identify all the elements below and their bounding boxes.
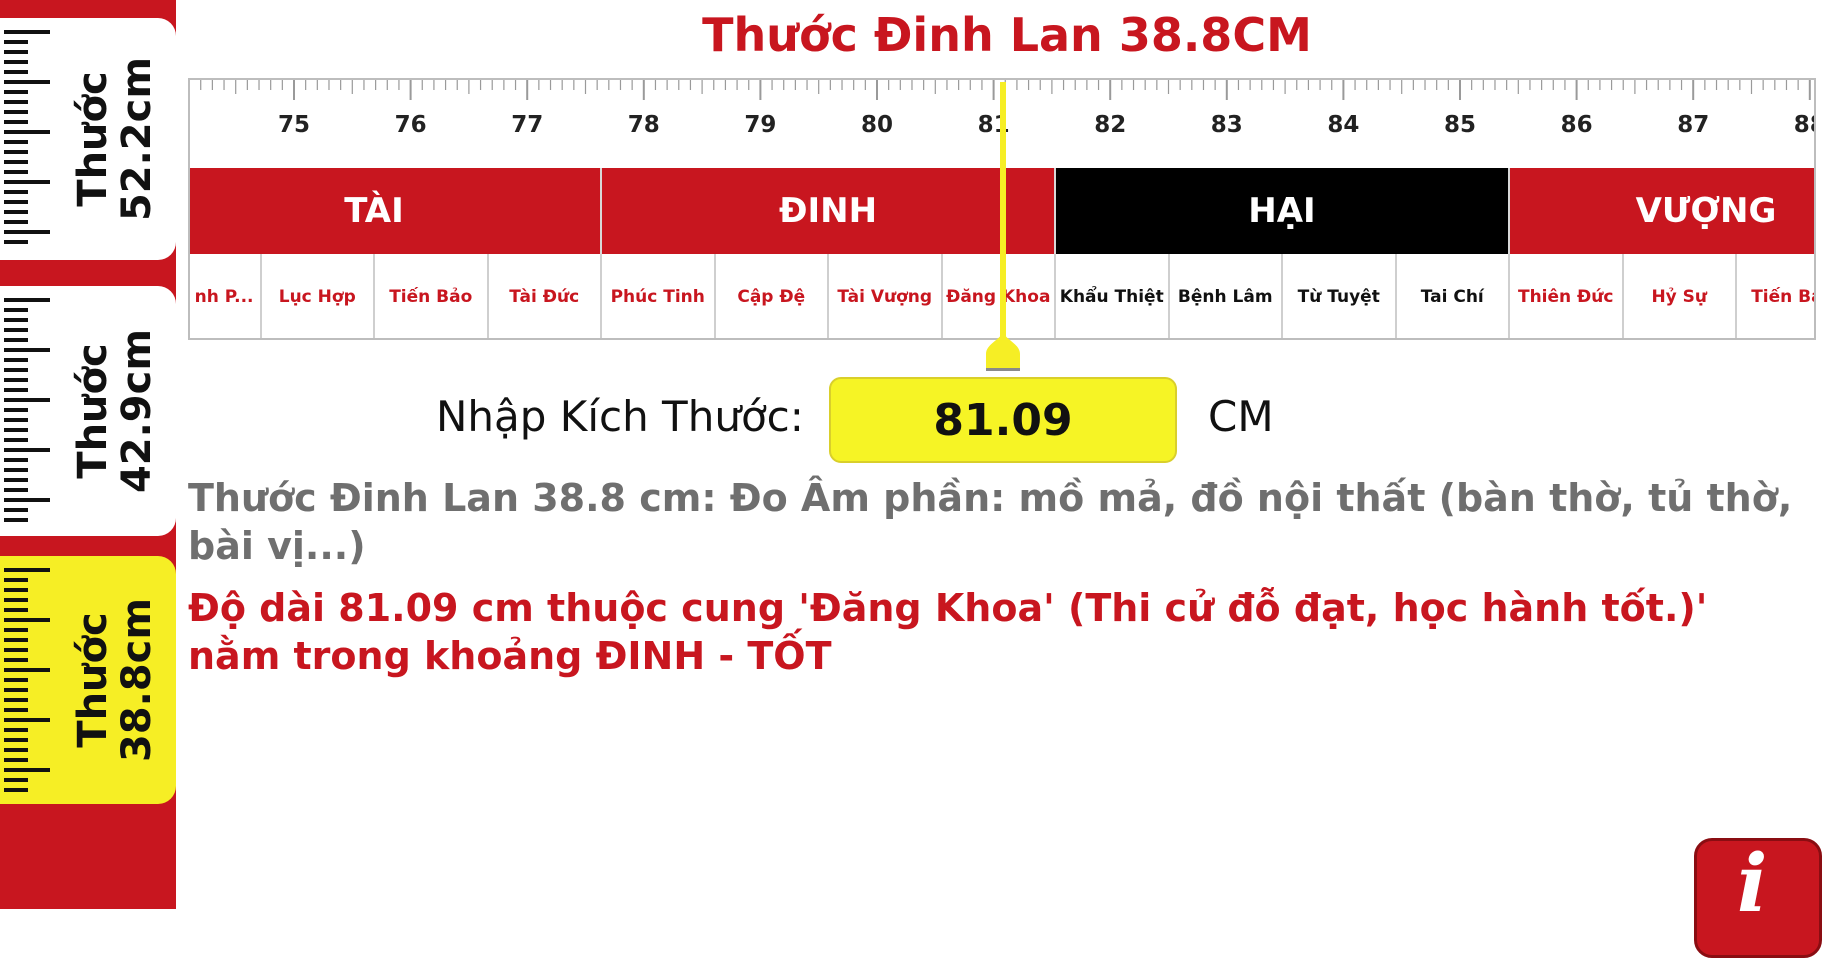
ruler-cell: Cập Đệ <box>713 254 827 338</box>
ruler-cell: Khẩu Thiệt <box>1054 254 1168 338</box>
ruler-scale-label: 87 <box>1677 112 1709 138</box>
ruler-zone: HẠI <box>1054 168 1508 254</box>
ruler-scale-label: 77 <box>511 112 543 138</box>
ruler-ticks-icon <box>4 568 54 792</box>
ruler-scale-label: 75 <box>278 112 310 138</box>
ruler-zone-label: TÀI <box>344 191 404 231</box>
ruler-scale-label: 76 <box>395 112 427 138</box>
ruler-scale-label: 82 <box>1094 112 1126 138</box>
ruler-zone-label: VƯỢNG <box>1635 191 1777 231</box>
tab-ruler-42-9cm[interactable]: Thước 42.9cm <box>0 286 176 536</box>
ruler-scale-label: 84 <box>1327 112 1359 138</box>
size-input[interactable] <box>829 377 1177 463</box>
ruler-cell: Từ Tuyệt <box>1281 254 1395 338</box>
ruler-cell: Tiến Bảo <box>373 254 487 338</box>
ruler-scale-label: 85 <box>1444 112 1476 138</box>
ruler-zone-label: HẠI <box>1248 191 1316 231</box>
ruler-zone-label: ĐINH <box>778 191 878 231</box>
ruler-cell: Tiến Bảo <box>1735 254 1814 338</box>
tab-ruler-38-8cm[interactable]: Thước 38.8cm <box>0 556 176 804</box>
tab-ruler-label: Thước 42.9cm <box>70 328 160 494</box>
ruler-cell: Thiên Đức <box>1508 254 1622 338</box>
ruler-cell: Lục Hợp <box>259 254 373 338</box>
ruler-cell: nh P... <box>190 254 260 338</box>
ruler-cell: Phúc Tinh <box>600 254 714 338</box>
ruler-cell: Đăng Khoa <box>940 254 1054 338</box>
ruler-scale-label: 79 <box>744 112 776 138</box>
tab-ruler-52-2cm[interactable]: Thước 52.2cm <box>0 18 176 260</box>
tab-ruler-label: Thước 38.8cm <box>70 597 160 763</box>
map-pin-icon[interactable] <box>980 330 1026 376</box>
ruler-tab-sidebar: Thước 52.2cm Thước 42.9cm Thước 38.8cm <box>0 0 176 909</box>
ruler-scale-label: 88 <box>1794 112 1816 138</box>
ruler-scale-label: 83 <box>1211 112 1243 138</box>
ruler-zone: VƯỢNG <box>1508 168 1814 254</box>
ruler-cell: Bệnh Lâm <box>1167 254 1281 338</box>
ruler-ticks-icon <box>4 298 54 524</box>
size-input-label: Nhập Kích Thước: <box>436 392 804 441</box>
ruler-scale-label: 78 <box>628 112 660 138</box>
ruler-zone: TÀI <box>190 168 600 254</box>
info-icon: i <box>1737 838 1768 930</box>
ruler-description: Thước Đinh Lan 38.8 cm: Đo Âm phần: mồ m… <box>188 476 1793 568</box>
ruler-zone: ĐINH <box>600 168 1054 254</box>
measurement-needle[interactable] <box>1000 82 1006 340</box>
ruler-cell: Tài Đức <box>486 254 600 338</box>
ruler-cell: Tai Chí <box>1394 254 1508 338</box>
ruler-cell: Tài Vượng <box>827 254 941 338</box>
tab-ruler-label: Thước 52.2cm <box>70 56 160 222</box>
measurement-result: Độ dài 81.09 cm thuộc cung 'Đăng Khoa' (… <box>188 586 1708 678</box>
ruler-cell: Hỷ Sự <box>1621 254 1735 338</box>
info-button[interactable]: i <box>1694 838 1822 958</box>
page-title: Thước Đinh Lan 38.8CM <box>702 8 1312 62</box>
ruler-scale-label: 80 <box>861 112 893 138</box>
ruler-scale-label: 86 <box>1561 112 1593 138</box>
unit-label: CM <box>1208 392 1274 441</box>
ruler-ticks-icon <box>4 30 54 248</box>
